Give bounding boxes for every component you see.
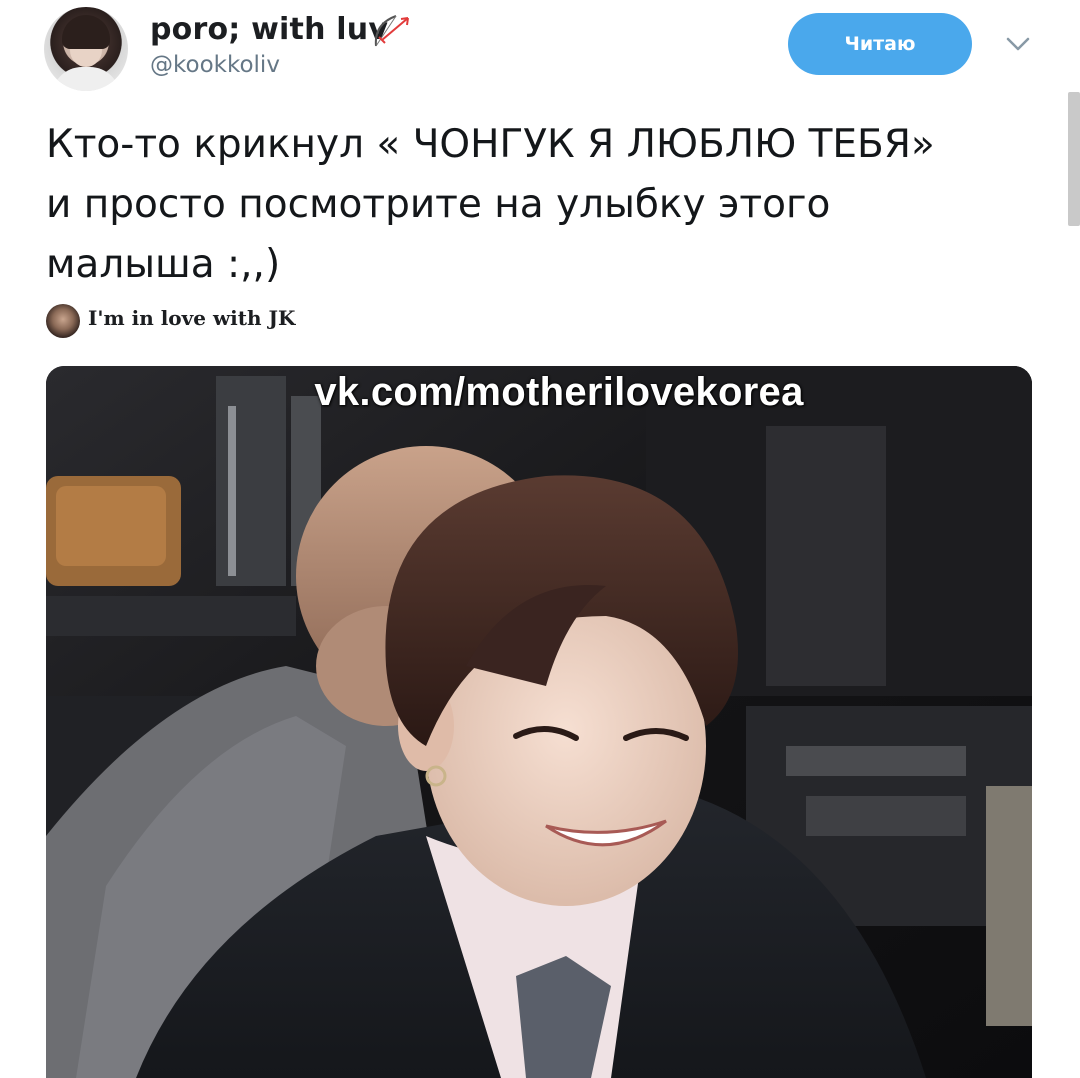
tweet-media-photo[interactable]: vk.com/motherilovekorea [46, 366, 1032, 1078]
avatar-hair [62, 15, 110, 49]
avatar-shirt [52, 67, 120, 91]
follow-button[interactable]: Читаю [788, 13, 972, 75]
tweet-line-3: малыша :,,) [46, 242, 281, 287]
tweet-line-2: и просто посмотрите на улыбку этого [46, 182, 831, 227]
tweet-card: poro; with luv @kookkoliv Читаю Кто-то к… [0, 0, 1080, 1078]
bow-and-arrow-icon [374, 15, 409, 47]
tweet-line-1: Кто-то крикнул « ЧОНГУК Я ЛЮБЛЮ ТЕБЯ» [46, 122, 935, 167]
attribution-text: I'm in love with JK [88, 306, 296, 330]
display-name[interactable]: poro; with luv [150, 12, 388, 47]
attribution-avatar [46, 304, 80, 338]
scrollbar-thumb[interactable] [1068, 92, 1080, 226]
profile-avatar[interactable] [44, 7, 128, 91]
photo-illustration [46, 366, 1032, 1078]
chevron-down-icon[interactable] [1004, 34, 1032, 54]
user-handle[interactable]: @kookkoliv [150, 52, 280, 78]
photo-watermark: vk.com/motherilovekorea [314, 370, 804, 414]
tweet-text: Кто-то крикнул « ЧОНГУК Я ЛЮБЛЮ ТЕБЯ» и … [46, 115, 1046, 295]
